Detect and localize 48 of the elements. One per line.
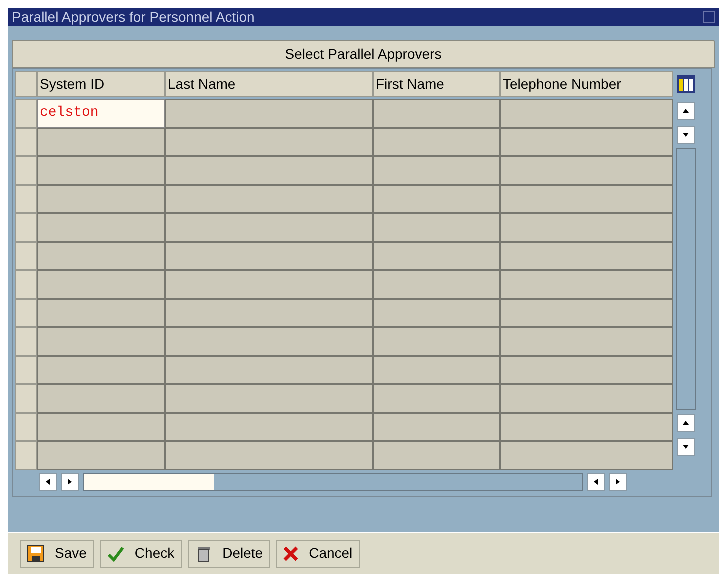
scroll-down-button[interactable]: [677, 438, 695, 456]
toolbar-button[interactable]: Delete: [188, 540, 270, 568]
row-selector[interactable]: [15, 384, 37, 412]
row-selector[interactable]: [15, 412, 37, 441]
scroll-left-button[interactable]: [39, 472, 57, 490]
column-header[interactable]: Last Name: [165, 71, 373, 97]
row-selector[interactable]: [15, 156, 37, 184]
scroll-left-button[interactable]: [587, 472, 605, 490]
triangle-icon: [46, 478, 50, 484]
table-title: Select Parallel Approvers: [12, 40, 715, 68]
scroll-up-button[interactable]: [677, 414, 695, 432]
column-header[interactable]: System ID: [37, 71, 165, 97]
row-selector[interactable]: [15, 270, 37, 298]
triangle-icon: [616, 478, 620, 484]
triangle-icon: [68, 478, 72, 484]
row-selector[interactable]: [15, 298, 37, 327]
triangle-icon: [683, 421, 689, 425]
row-selector[interactable]: [15, 213, 37, 242]
column-header[interactable]: Telephone Number: [500, 71, 673, 97]
triangle-icon: [683, 133, 689, 137]
cross-icon: [283, 546, 300, 562]
scroll-down-button[interactable]: [677, 126, 695, 144]
window-title: Parallel Approvers for Personnel Action: [12, 10, 255, 24]
row-selector[interactable]: [15, 327, 37, 356]
row-selector[interactable]: [15, 99, 37, 128]
row-selector[interactable]: [15, 184, 37, 213]
row-selector[interactable]: [15, 356, 37, 384]
checkmark-icon: [106, 544, 125, 562]
triangle-icon: [594, 478, 598, 484]
system-id-field[interactable]: celston: [37, 99, 165, 128]
row-selector[interactable]: [15, 128, 37, 156]
close-button[interactable]: [703, 11, 715, 23]
scroll-right-button[interactable]: [61, 472, 79, 490]
triangle-icon: [683, 445, 689, 449]
horizontal-scrollbar[interactable]: [83, 472, 583, 490]
column-header[interactable]: First Name: [373, 71, 500, 97]
toolbar-button[interactable]: Save: [20, 540, 94, 568]
scroll-up-button[interactable]: [677, 102, 695, 120]
triangle-icon: [683, 109, 689, 113]
toolbar-button[interactable]: Check: [100, 540, 182, 568]
row-selector[interactable]: [15, 242, 37, 270]
scrollbar-track[interactable]: [676, 148, 696, 410]
scroll-right-button[interactable]: [609, 472, 627, 490]
column-settings-icon[interactable]: [676, 74, 696, 94]
column-settings-icon: [677, 75, 695, 93]
scrollbar-thumb[interactable]: [84, 474, 214, 490]
toolbar-button[interactable]: Cancel: [276, 540, 360, 568]
select-all-button[interactable]: [15, 71, 37, 97]
